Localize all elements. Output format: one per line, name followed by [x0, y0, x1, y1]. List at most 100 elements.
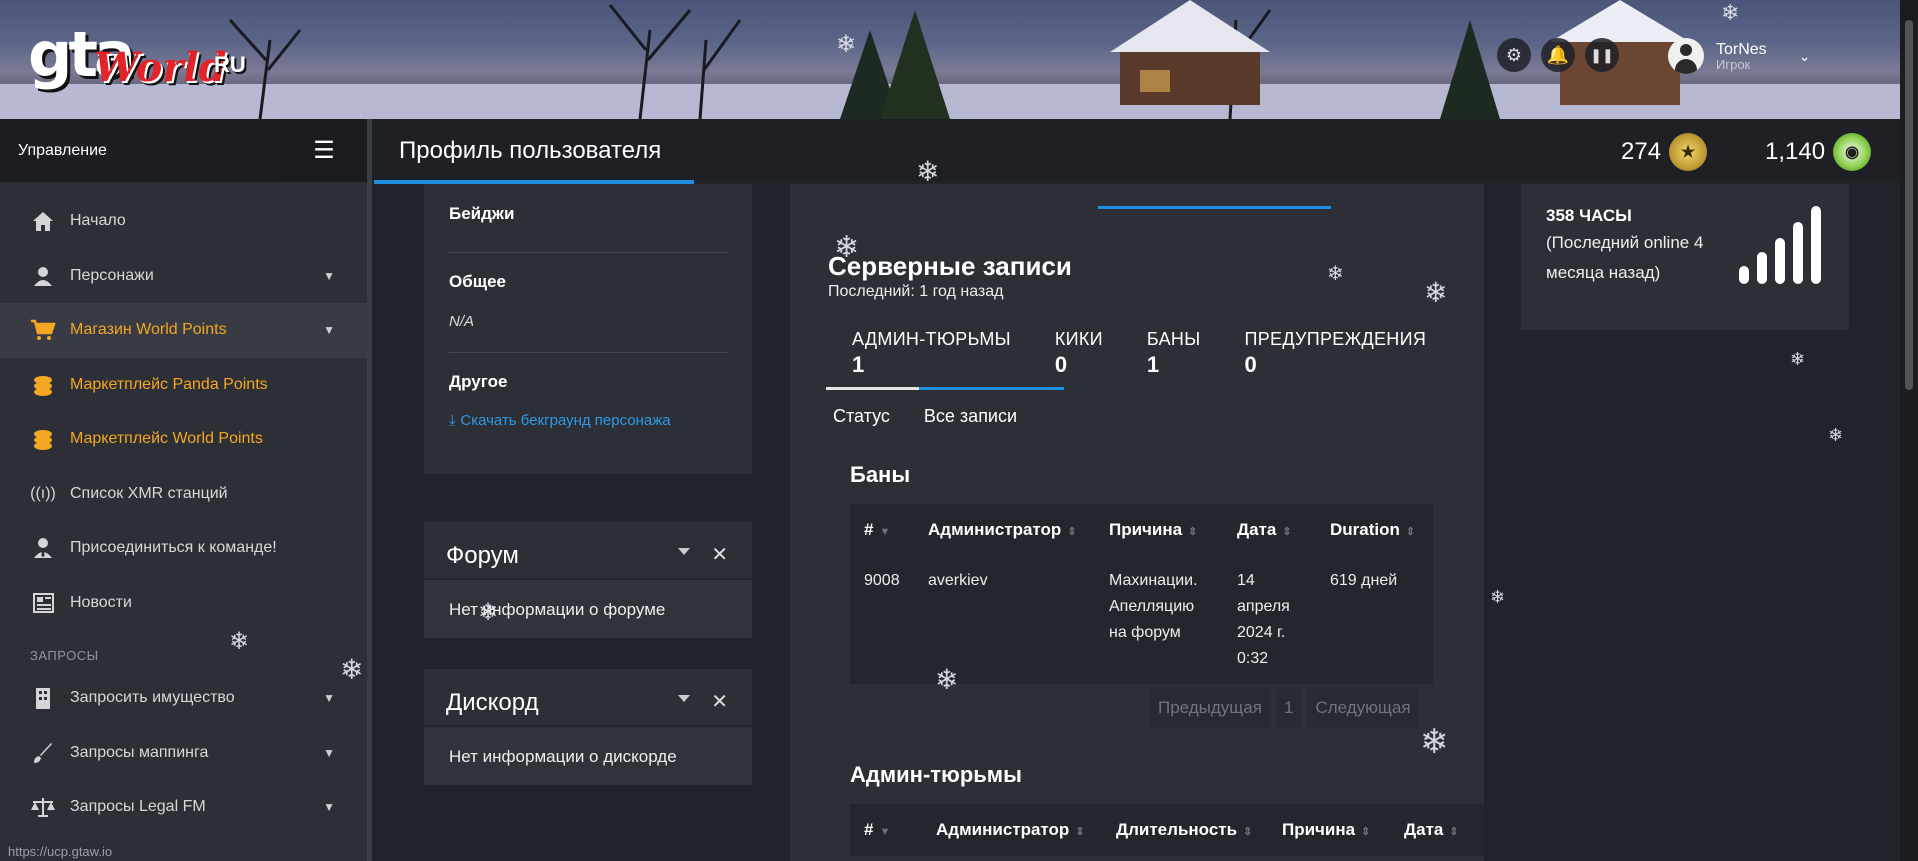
sort-icon: ▼	[879, 526, 891, 538]
sidebar-item-join-team[interactable]: Присоединиться к команде!	[0, 521, 367, 576]
user-name: TorNes	[1716, 40, 1767, 58]
header-icons: ⚙ 🔔 ❚❚	[1497, 38, 1619, 72]
close-icon[interactable]: ✕	[711, 689, 728, 714]
panda-points-counter[interactable]: 1,140 ◉	[1765, 133, 1872, 171]
cell-reason: Махинации. Апелляцию на форум	[1095, 556, 1223, 684]
sidebar-item-home[interactable]: Начало	[0, 194, 367, 249]
col-header-date[interactable]: Дата ⇕	[1223, 504, 1316, 556]
page-scrollbar[interactable]	[1900, 0, 1918, 861]
page-title-bar: Профиль пользователя 274 ★ 1,140 ◉	[372, 119, 1900, 184]
scrollbar-thumb[interactable]	[1905, 20, 1913, 390]
col-header-admin[interactable]: Администратор ⇕	[922, 804, 1102, 856]
tab-label: ПРЕДУПРЕЖДЕНИЯ	[1244, 329, 1427, 349]
logo-ru: RU	[214, 52, 246, 77]
col-label: Длительность	[1116, 820, 1238, 839]
sidebar-item-request-property[interactable]: Запросить имущество ▼	[0, 671, 367, 726]
bans-pagination: Предыдущая 1 Следующая	[1150, 689, 1419, 729]
discord-card: Дискорд ✕ Нет информации о дискорде	[424, 669, 752, 785]
forum-card: Форум ✕ Нет информации о форуме	[424, 522, 752, 638]
next-page-button[interactable]: Следующая	[1307, 689, 1419, 729]
chevron-down-icon[interactable]: ▼	[323, 691, 335, 705]
badges-heading: Бейджи	[449, 204, 515, 223]
tab-admin-jails[interactable]: АДМИН-ТЮРЬМЫ 1	[820, 329, 1023, 378]
sort-icon: ⇕	[1075, 826, 1085, 838]
general-heading: Общее	[449, 272, 506, 291]
col-label: Причина	[1109, 520, 1183, 539]
sidebar-item-news[interactable]: Новости	[0, 576, 367, 631]
panda-coin-icon: ◉	[1833, 133, 1872, 171]
sidebar-item-mapping-requests[interactable]: Запросы маппинга ▼	[0, 726, 367, 781]
col-label: Дата	[1237, 520, 1277, 539]
tab-bans[interactable]: БАНЫ 1	[1115, 329, 1213, 378]
col-header-id[interactable]: # ▼	[850, 504, 914, 556]
table-row: 9008 averkiev Махинации. Апелляцию на фо…	[850, 556, 1433, 684]
sidebar-item-panda-marketplace[interactable]: Маркетплейс Panda Points	[0, 358, 367, 413]
sidebar-item-label: Присоединиться к команде!	[70, 539, 277, 557]
cell-duration: 619 дней	[1316, 556, 1433, 684]
col-header-length[interactable]: Длительность ⇕	[1102, 804, 1268, 856]
close-icon[interactable]: ✕	[711, 542, 728, 567]
winter-scene	[0, 0, 1918, 119]
col-label: Дата	[1404, 820, 1444, 839]
tab-count: 0	[1244, 352, 1257, 377]
pause-icon[interactable]: ❚❚	[1585, 38, 1619, 72]
sidebar-item-world-marketplace[interactable]: Маркетплейс World Points	[0, 412, 367, 467]
building-icon	[28, 687, 58, 710]
bell-icon[interactable]: 🔔	[1541, 38, 1575, 72]
divider	[449, 352, 729, 353]
chevron-down-icon[interactable]: ▼	[323, 269, 335, 283]
col-header-duration[interactable]: Duration ⇕	[1316, 504, 1433, 556]
main-content: Бейджи Общее N/A Другое ⤓ Скачать бекгра…	[372, 184, 1900, 861]
cell-date: 14 апреля 2024 г. 0:32	[1223, 556, 1316, 684]
menu-toggle-icon[interactable]: ☰	[281, 119, 367, 182]
avatar[interactable]	[1668, 38, 1704, 74]
tab-count: 0	[1054, 352, 1068, 377]
tab-kicks[interactable]: КИКИ 0	[1023, 329, 1115, 378]
col-header-reason[interactable]: Причина ⇕	[1095, 504, 1223, 556]
sidebar-item-label: Запросы маппинга	[70, 743, 209, 761]
col-label: Администратор	[928, 520, 1062, 539]
sidebar-header: Управление ☰	[0, 119, 367, 182]
world-points-counter[interactable]: 274 ★	[1621, 133, 1708, 171]
sidebar-item-characters[interactable]: Персонажи ▼	[0, 249, 367, 304]
user-tie-icon	[28, 537, 58, 559]
sort-icon: ⇕	[1067, 526, 1077, 538]
sidebar-item-world-points-shop[interactable]: Магазин World Points ▼	[0, 303, 367, 358]
sidebar-item-label: Запросить имущество	[70, 689, 235, 707]
coins-icon	[28, 428, 58, 451]
gtaworld-logo[interactable]: gta World RU	[28, 18, 248, 98]
subtab-status[interactable]: Статус	[828, 406, 895, 427]
sort-icon: ⇕	[1405, 526, 1416, 538]
chevron-down-icon[interactable]: ▼	[323, 800, 335, 814]
logo-world: World	[94, 44, 227, 91]
col-header-reason[interactable]: Причина ⇕	[1268, 804, 1390, 856]
collapse-caret-icon[interactable]	[678, 548, 690, 555]
chevron-down-icon[interactable]: ⌄	[1799, 48, 1811, 65]
page-title: Профиль пользователя	[399, 137, 662, 164]
playtime-card: 358 ЧАСЫ (Последний online 4 месяца наза…	[1521, 184, 1849, 330]
chevron-down-icon[interactable]: ▼	[323, 746, 335, 760]
collapse-caret-icon[interactable]	[678, 695, 690, 702]
prev-page-button[interactable]: Предыдущая	[1150, 689, 1270, 729]
records-subtabs: Статус Все записи	[828, 406, 1022, 427]
tab-label: БАНЫ	[1146, 329, 1201, 349]
subtab-all-records[interactable]: Все записи	[919, 406, 1022, 427]
settings-icon[interactable]: ⚙	[1497, 38, 1531, 72]
jails-table: # ▼ Администратор ⇕ Длительность ⇕ Причина ⇕…	[850, 804, 1484, 856]
download-background-link[interactable]: Скачать бекграунд персонажа	[460, 412, 670, 429]
sidebar-item-legal-fm[interactable]: Запросы Legal FM ▼	[0, 780, 367, 835]
chevron-down-icon[interactable]: ▼	[323, 323, 335, 337]
profile-info-card: Бейджи Общее N/A Другое ⤓ Скачать бекгра…	[424, 184, 752, 474]
records-last: Последний: 1 год назад	[828, 283, 1004, 300]
col-header-date[interactable]: Дата ⇕	[1390, 804, 1484, 856]
sidebar-item-label: Начало	[70, 212, 126, 230]
sort-icon: ⇕	[1188, 526, 1198, 538]
sidebar-item-xmr-stations[interactable]: ((ı)) Список XMR станций	[0, 467, 367, 522]
page-number-button[interactable]: 1	[1275, 689, 1302, 729]
col-header-id[interactable]: # ▼	[850, 804, 922, 856]
user-menu[interactable]: TorNes Игрок ⌄	[1668, 38, 1810, 74]
col-header-admin[interactable]: Администратор ⇕	[914, 504, 1095, 556]
tab-warnings[interactable]: ПРЕДУПРЕЖДЕНИЯ 0	[1212, 329, 1438, 378]
scale-icon	[28, 796, 58, 818]
sort-icon: ⇕	[1243, 826, 1253, 838]
